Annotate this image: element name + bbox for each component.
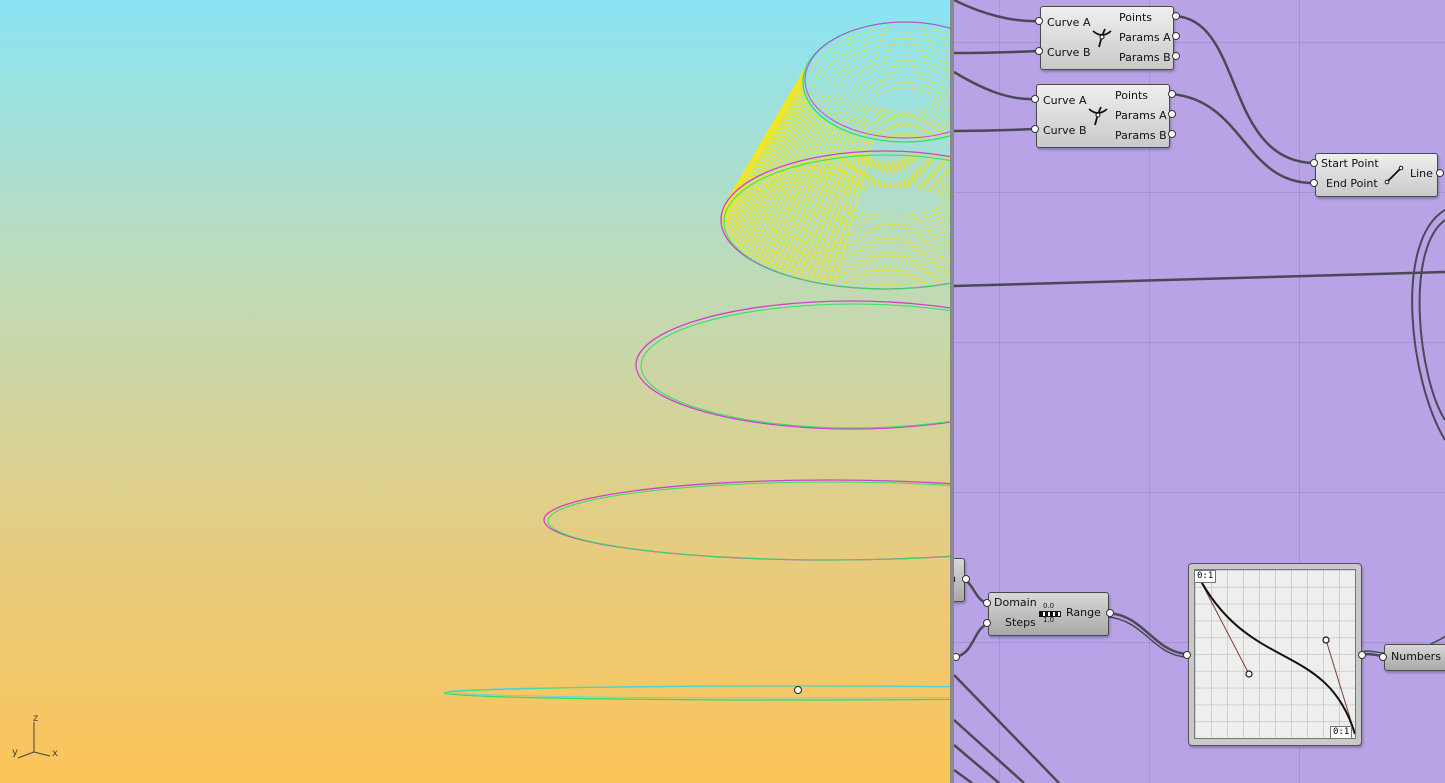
intersect-icon [1092, 28, 1112, 48]
output-points: Points [1115, 89, 1149, 102]
port-out[interactable] [962, 575, 970, 583]
axis-y-label: y [12, 747, 18, 758]
input-start-point: Start Point [1321, 157, 1379, 170]
port-in[interactable] [1310, 159, 1318, 167]
port-out[interactable] [1172, 52, 1180, 60]
port-in[interactable] [1310, 179, 1318, 187]
bezier-curve [1196, 573, 1355, 735]
rhino-viewport[interactable]: z y x [0, 0, 952, 783]
ellipse-4 [543, 479, 950, 561]
port-in[interactable] [983, 619, 991, 627]
port-in[interactable] [1035, 47, 1043, 55]
port-in[interactable] [1031, 95, 1039, 103]
axis-x-label: x [52, 748, 58, 759]
output-points: Points [1119, 11, 1153, 24]
port-out[interactable] [1168, 110, 1176, 118]
line-icon [1384, 165, 1404, 185]
graph-mapper[interactable]: 0:1 0:1 [1188, 563, 1362, 746]
loft-surface [720, 63, 874, 286]
range-component[interactable]: Domain Steps Range 0.0 1.0 [988, 592, 1109, 636]
input-curve-a: Curve A [1047, 16, 1091, 29]
input-end-point: End Point [1326, 177, 1378, 190]
partial-label: n [954, 572, 956, 585]
port-out[interactable] [1172, 32, 1180, 40]
input-curve-a: Curve A [1043, 94, 1087, 107]
range-icon-top: 0.0 [1043, 602, 1055, 610]
bezier-handle-2 [1322, 636, 1330, 644]
bezier-handle-1 [1245, 670, 1253, 678]
axis-z-label: z [33, 713, 39, 724]
output-range: Range [1066, 606, 1101, 619]
graph-area[interactable] [1194, 569, 1356, 739]
input-curve-b: Curve B [1047, 46, 1091, 59]
graph-tag-top: 0:1 [1194, 570, 1217, 583]
output-params-b: Params B [1119, 51, 1171, 64]
output-line: Line [1410, 167, 1433, 180]
input-steps: Steps [1005, 616, 1036, 629]
port-in[interactable] [983, 599, 991, 607]
curve-curve-intersect-1[interactable]: Curve A Curve B Points Params A Params B [1040, 6, 1174, 70]
graph-tag-bottom: 0:1 [1330, 726, 1353, 739]
port-out[interactable] [1358, 651, 1366, 659]
intersect-icon [1088, 106, 1108, 126]
range-icon: 0.0 1.0 [1039, 601, 1061, 627]
port-out[interactable] [1168, 130, 1176, 138]
range-icon-bottom: 1.0 [1043, 616, 1055, 624]
output-params-b: Params B [1115, 129, 1167, 142]
port-in[interactable] [1031, 125, 1039, 133]
curve-curve-intersect-2[interactable]: Curve A Curve B Points Params A Params B [1036, 84, 1170, 148]
output-params-a: Params A [1119, 31, 1171, 44]
port-in[interactable] [1035, 17, 1043, 25]
line-component[interactable]: Start Point End Point Line [1315, 153, 1438, 197]
port-in[interactable] [1379, 653, 1387, 661]
input-domain: Domain [994, 596, 1037, 609]
axis-widget [17, 722, 51, 759]
port-in[interactable] [1183, 651, 1191, 659]
port-out[interactable] [1168, 90, 1176, 98]
port-out[interactable] [1436, 169, 1444, 177]
ellipse-3 [635, 300, 950, 430]
port-out[interactable] [1172, 12, 1180, 20]
input-curve-b: Curve B [1043, 124, 1087, 137]
viewport-geometry [443, 21, 950, 701]
output-params-a: Params A [1115, 109, 1167, 122]
numbers-label: Numbers [1391, 650, 1441, 663]
grasshopper-canvas[interactable]: Curve A Curve B Points Params A Params B… [954, 0, 1445, 783]
port-out[interactable] [1106, 609, 1114, 617]
control-point[interactable] [794, 686, 802, 694]
numbers-param[interactable]: Numbers [1384, 644, 1445, 671]
